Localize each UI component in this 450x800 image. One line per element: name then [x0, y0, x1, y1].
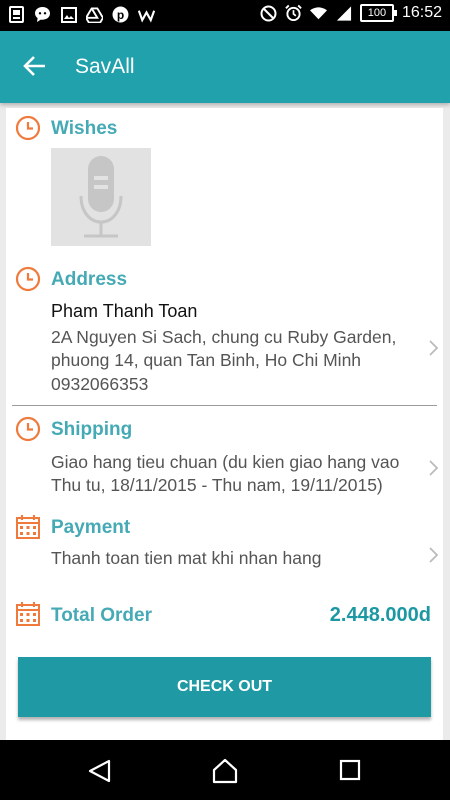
home-nav-button[interactable] [211, 758, 238, 784]
arrow-left-icon [23, 56, 45, 76]
order-summary-card: Wishes Address Pham Thanh Toan 2A Nguyen… [6, 108, 443, 740]
wifi-icon [309, 5, 327, 22]
page-title: SavAll [75, 55, 135, 78]
recents-nav-button[interactable] [338, 758, 364, 784]
system-icons: 100 16:52 [260, 4, 442, 22]
shipping-line-2: Thu tu, 18/11/2015 - Thu nam, 19/11/2015… [51, 475, 383, 495]
signal-icon [335, 5, 352, 22]
home-icon [212, 758, 238, 784]
svg-text:p: p [117, 8, 124, 22]
back-button[interactable] [22, 53, 48, 79]
battery-indicator: 100 [359, 4, 397, 22]
address-line-2: phuong 14, quan Tan Binh, Ho Chi Minh [51, 350, 362, 370]
recipient-name: Pham Thanh Toan [51, 301, 198, 321]
shipping-chevron-icon[interactable] [428, 459, 440, 477]
clock-icon [15, 266, 41, 292]
clock-time: 16:52 [401, 4, 442, 21]
shipping-title: Shipping [51, 419, 133, 440]
payment-method: Thanh toan tien mat khi nhan hang [51, 548, 322, 568]
calendar-icon [15, 514, 41, 540]
wish-thumbnail[interactable] [51, 148, 151, 246]
triangle-back-icon [88, 759, 111, 783]
chat-bubble-icon [34, 6, 51, 23]
sim-toolkit-icon [8, 6, 25, 23]
do-not-disturb-icon [260, 5, 277, 22]
clock-icon [15, 416, 41, 442]
wishes-title: Wishes [51, 118, 118, 139]
square-recents-icon [339, 759, 361, 781]
address-line-1: 2A Nguyen Si Sach, chung cu Ruby Garden, [51, 327, 397, 347]
checkout-button[interactable]: CHECK OUT [18, 657, 431, 717]
address-chevron-icon[interactable] [428, 339, 440, 357]
battery-level: 100 [367, 7, 387, 19]
clock-icon [15, 115, 41, 141]
pinterest-icon: p [112, 6, 129, 23]
calendar-icon [15, 601, 41, 627]
divider [12, 405, 437, 406]
total-order-label: Total Order [51, 605, 152, 626]
total-order-value: 2.448.000d [329, 604, 431, 626]
image-icon [60, 6, 77, 23]
alarm-icon [285, 4, 302, 22]
microphone-icon [79, 156, 123, 238]
navigation-bar [0, 740, 450, 800]
payment-chevron-icon[interactable] [428, 546, 440, 564]
w-app-icon [138, 6, 155, 23]
app-bar: SavAll [0, 31, 450, 103]
back-nav-button[interactable] [87, 758, 113, 784]
drive-icon [86, 6, 103, 23]
payment-title: Payment [51, 517, 131, 538]
phone-number: 0932066353 [51, 374, 149, 394]
shipping-line-1: Giao hang tieu chuan (du kien giao hang … [51, 452, 400, 472]
address-title: Address [51, 269, 128, 290]
status-bar: p 100 16:52 [0, 0, 450, 31]
notification-icons: p [8, 6, 155, 23]
